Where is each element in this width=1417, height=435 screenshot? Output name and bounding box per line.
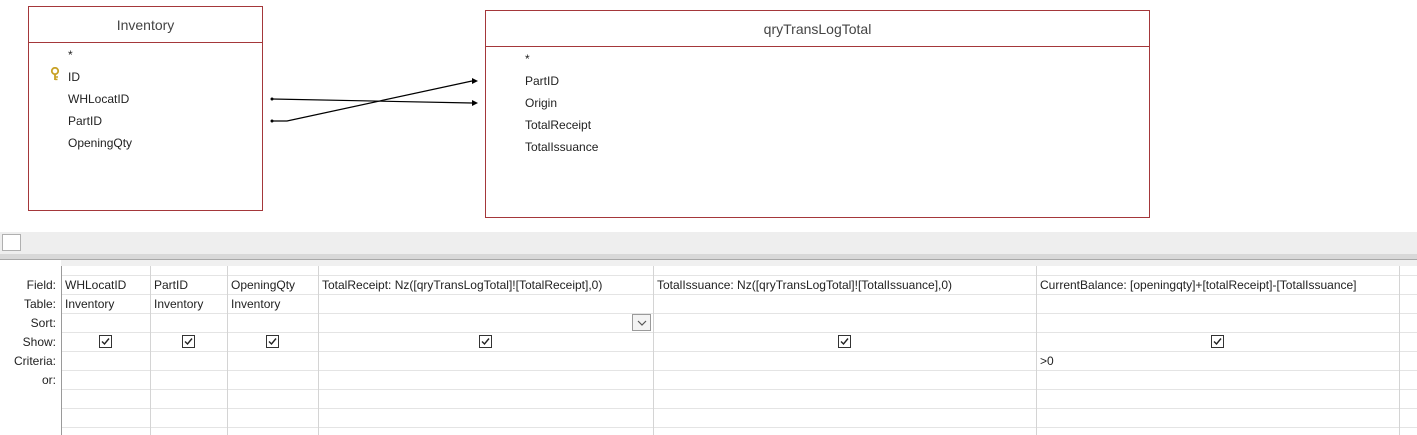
row-label-table: Table: [23,297,56,311]
row-label-criteria: Criteria: [13,354,56,368]
column-selector-bar[interactable] [61,260,1417,266]
grid-row-line [61,332,1417,333]
show-checkbox-3[interactable] [266,335,279,348]
field-qry-totalreceipt[interactable]: TotalReceipt [525,118,591,132]
grid-row-line [61,313,1417,314]
field-inventory-all[interactable]: * [68,48,73,62]
join-whlocatid-origin[interactable] [270,97,479,107]
join-partid-partid[interactable] [270,78,479,123]
sort-dropdown-button[interactable] [632,314,651,331]
field-inventory-whlocatid[interactable]: WHLocatID [68,92,129,106]
pane-splitter-area [0,232,1417,254]
grid-column-line [653,266,654,435]
query-design-grid[interactable]: Field: Table: Sort: Show: Criteria: or: … [0,260,1417,435]
checkmark-icon [1213,338,1222,346]
show-checkbox-2[interactable] [182,335,195,348]
checkmark-icon [184,338,193,346]
grid-row-line [61,351,1417,352]
show-checkbox-6[interactable] [1211,335,1224,348]
grid-table-cell-1[interactable]: Inventory [65,297,149,311]
grid-row-line [61,408,1417,409]
table-qrytranslogtotal[interactable]: qryTransLogTotal * PartID Origin TotalRe… [485,10,1150,218]
row-label-field: Field: [26,278,56,292]
grid-table-cell-2[interactable]: Inventory [154,297,226,311]
primary-key-icon [50,66,60,84]
grid-field-cell-5[interactable]: TotalIssuance: Nz([qryTransLogTotal]![To… [657,278,1035,292]
row-label-or: or: [41,373,56,387]
field-inventory-id[interactable]: ID [68,70,80,84]
show-checkbox-1[interactable] [99,335,112,348]
grid-column-line [227,266,228,435]
field-qry-origin[interactable]: Origin [525,96,557,110]
grid-column-line [1036,266,1037,435]
field-qry-all[interactable]: * [525,52,530,66]
grid-field-cell-2[interactable]: PartID [154,278,226,292]
grid-row-line [61,294,1417,295]
field-qry-totalissuance[interactable]: TotalIssuance [525,140,598,154]
grid-column-line [318,266,319,435]
grid-column-line [150,266,151,435]
show-checkbox-5[interactable] [838,335,851,348]
checkmark-icon [481,338,490,346]
grid-table-cell-3[interactable]: Inventory [231,297,317,311]
table-qrytranslogtotal-title[interactable]: qryTransLogTotal [486,11,1149,47]
field-inventory-partid[interactable]: PartID [68,114,102,128]
grid-row-line [61,427,1417,428]
grid-column-line [1399,266,1400,435]
field-qry-partid[interactable]: PartID [525,74,559,88]
show-checkbox-4[interactable] [479,335,492,348]
grid-criteria-cell-6[interactable]: >0 [1040,354,1398,368]
row-label-show: Show: [22,335,56,349]
table-inventory-title[interactable]: Inventory [29,7,262,43]
grid-row-line [61,275,1417,276]
query-design-pane[interactable]: Inventory * ID WHLocatID PartID OpeningQ… [0,0,1417,232]
grid-field-cell-1[interactable]: WHLocatID [65,278,149,292]
grid-field-cell-4[interactable]: TotalReceipt: Nz([qryTransLogTotal]![Tot… [322,278,652,292]
grid-row-line [61,370,1417,371]
checkmark-icon [840,338,849,346]
row-label-sort: Sort: [30,316,56,330]
checkmark-icon [101,338,110,346]
grid-row-line [61,389,1417,390]
design-pane-scroll-corner[interactable] [2,234,21,251]
grid-column-line [61,266,62,435]
chevron-down-icon [637,320,646,326]
table-inventory[interactable]: Inventory * ID WHLocatID PartID OpeningQ… [28,6,263,211]
field-inventory-openingqty[interactable]: OpeningQty [68,136,132,150]
grid-field-cell-6[interactable]: CurrentBalance: [openingqty]+[totalRecei… [1040,278,1398,292]
grid-field-cell-3[interactable]: OpeningQty [231,278,317,292]
checkmark-icon [268,338,277,346]
